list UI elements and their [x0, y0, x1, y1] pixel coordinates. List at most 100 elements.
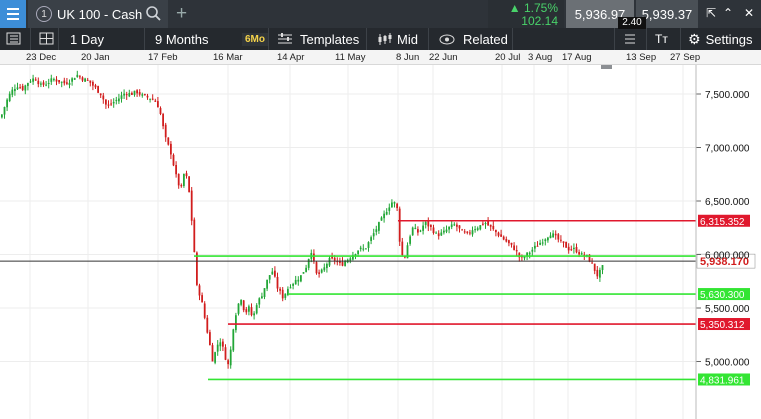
y-tick-label: 5,500.000 — [705, 304, 750, 315]
candle-body — [463, 231, 466, 233]
candle-body — [531, 249, 534, 252]
candlestick-chart[interactable]: 6,315.3525,630.3005,350.3124,831.9615,93… — [0, 65, 761, 419]
candle-body — [47, 82, 50, 84]
date-label: 22 Jun — [429, 52, 458, 63]
templates-button[interactable]: Templates — [268, 28, 359, 50]
range-dropdown[interactable]: 9 Months — [144, 28, 236, 50]
candle-body — [53, 79, 55, 81]
candle-body — [214, 352, 216, 363]
search-icon[interactable] — [145, 5, 162, 22]
trading-app: 1 UK 100 - Cash + ▲ 1.75% 102.14 5,936.9… — [0, 0, 761, 419]
candle-body — [154, 100, 157, 102]
candle-body — [349, 258, 352, 261]
candle-body — [19, 87, 21, 89]
menu-icon[interactable] — [0, 0, 26, 28]
candle-body — [151, 98, 154, 100]
candle-body — [105, 99, 107, 105]
price-type-button[interactable]: Mid — [366, 28, 418, 50]
candle-body — [573, 247, 575, 250]
candle-body — [466, 231, 469, 233]
candle-body — [99, 93, 102, 96]
candle-body — [528, 252, 531, 255]
candle-body — [133, 90, 136, 95]
candle-body — [289, 287, 292, 289]
candle-body — [190, 190, 193, 221]
y-tick-label: 5,000.000 — [705, 358, 750, 369]
candles-icon — [378, 32, 392, 45]
candle-body — [393, 202, 396, 204]
candle-body — [456, 224, 458, 227]
candle-body — [513, 245, 515, 250]
candle-body — [253, 313, 255, 316]
candle-body — [141, 94, 144, 96]
candle-body — [419, 230, 422, 232]
candle-body — [502, 236, 505, 240]
candle-body — [8, 93, 11, 101]
candle-body — [536, 245, 539, 247]
candle-body — [305, 267, 307, 272]
candle-body — [110, 103, 112, 105]
candle-body — [385, 211, 388, 215]
date-label: 11 May — [335, 52, 366, 63]
indicator-list-icon[interactable] — [614, 28, 637, 50]
candle-body — [359, 247, 362, 250]
change-percent: ▲ 1.75% — [508, 1, 558, 15]
candle-body — [175, 165, 177, 175]
candle-body — [42, 82, 45, 85]
candle-body — [14, 88, 16, 92]
candle-body — [258, 298, 261, 305]
date-label: 8 Jun — [396, 52, 420, 63]
layout-grid-icon[interactable] — [30, 28, 55, 50]
candle-body — [128, 93, 131, 97]
candle-body — [97, 86, 99, 93]
related-button[interactable]: Related — [428, 28, 508, 50]
candle-body — [34, 79, 37, 81]
candle-body — [266, 279, 268, 289]
candle-body — [557, 234, 560, 240]
scroll-marker[interactable] — [601, 65, 612, 69]
candle-body — [523, 256, 526, 259]
candle-body — [40, 83, 42, 85]
candle-body — [94, 85, 97, 88]
templates-label: Templates — [300, 31, 360, 47]
candle-body — [115, 99, 118, 101]
templates-icon — [278, 33, 292, 44]
instrument-tab[interactable]: 1 UK 100 - Cash — [28, 0, 168, 28]
candle-body — [562, 241, 565, 243]
candle-body — [300, 275, 302, 282]
candle-body — [596, 269, 599, 277]
candle-body — [591, 262, 593, 264]
y-tick-label: 7,000.000 — [705, 144, 750, 155]
candle-body — [84, 78, 86, 82]
text-tool-button[interactable]: Tт — [646, 28, 668, 50]
candle-body — [198, 285, 201, 296]
candle-body — [575, 247, 578, 253]
candle-body — [440, 232, 443, 236]
related-label: Related — [463, 31, 508, 47]
close-icon[interactable]: ✕ — [744, 6, 754, 20]
expand-icon[interactable]: ⇱ — [706, 6, 716, 20]
candle-body — [435, 232, 437, 234]
candle-body — [21, 85, 24, 90]
candle-body — [227, 360, 229, 365]
add-tab-icon[interactable]: + — [176, 3, 187, 25]
candle-body — [216, 344, 219, 352]
candle-body — [313, 253, 315, 261]
candle-body — [274, 270, 276, 277]
candle-body — [107, 104, 110, 106]
list-icon[interactable] — [6, 28, 22, 50]
candle-body — [170, 143, 172, 155]
settings-button[interactable]: ⚙ Settings — [680, 28, 753, 50]
spread-badge: 2.40 — [618, 17, 646, 29]
interval-dropdown[interactable]: 1 Day — [58, 28, 143, 50]
candle-body — [32, 78, 34, 82]
candle-body — [219, 342, 222, 347]
candle-body — [6, 99, 8, 108]
price-chart[interactable]: 6,315.352 5,630.300 5,350.312 4,831.961 5,93… — [0, 65, 761, 419]
eye-icon — [439, 34, 455, 44]
candle-body — [552, 233, 554, 238]
candle-body — [144, 94, 146, 96]
date-label: 23 Dec — [26, 52, 57, 63]
chevron-up-icon[interactable]: ⌃ — [723, 6, 733, 20]
candle-body — [37, 80, 40, 85]
